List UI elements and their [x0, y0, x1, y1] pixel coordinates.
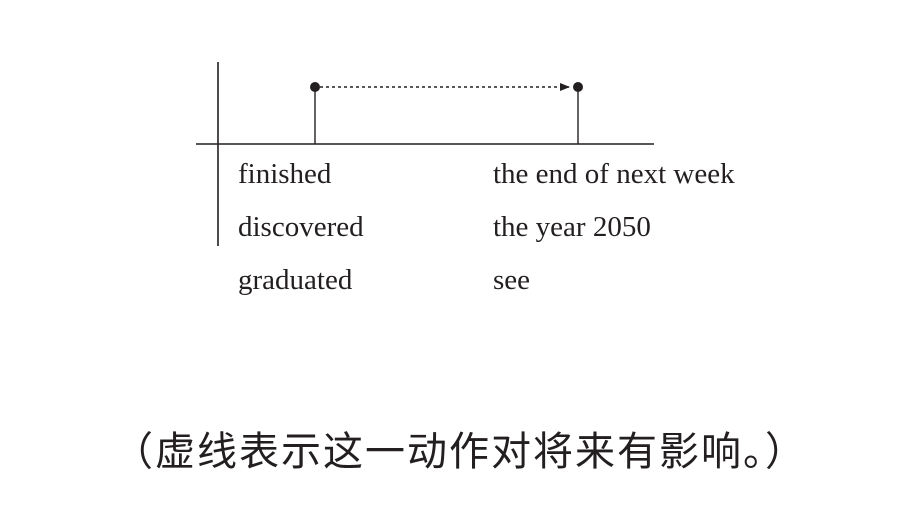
time-label: see — [493, 264, 531, 296]
future-point-dot — [573, 82, 583, 92]
verb-label: discovered — [238, 211, 364, 243]
time-label: the year 2050 — [493, 211, 651, 243]
time-label: the end of next week — [493, 158, 735, 190]
diagram-page: finished the end of next week discovered… — [0, 0, 920, 522]
caption-note: （虚线表示这一动作对将来有影响。） — [113, 429, 807, 475]
action-point-dot — [310, 82, 320, 92]
verb-label: graduated — [238, 264, 353, 296]
verb-label: finished — [238, 158, 332, 190]
